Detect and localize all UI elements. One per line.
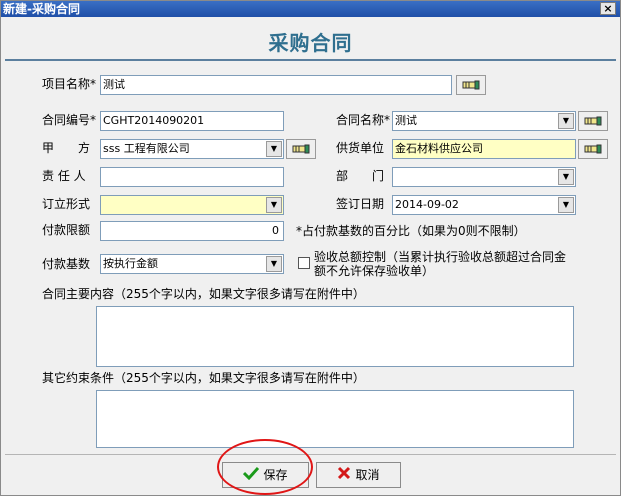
acceptance-control-checkbox[interactable] [298, 257, 310, 269]
new-purchase-contract-window: 新建-采购合同 × 采购合同 项目名称* 测试 合同编号* CGHT201409… [0, 0, 621, 496]
window-title: 新建-采购合同 [3, 2, 80, 16]
chevron-down-icon[interactable]: ▼ [266, 256, 282, 272]
chevron-down-icon[interactable]: ▼ [558, 169, 574, 185]
main-content-label: 合同主要内容（255个字以内，如果文字很多请写在附件中） [42, 287, 365, 301]
hand-pointer-icon [584, 144, 602, 154]
payment-limit-field[interactable]: 0 [100, 221, 284, 241]
payment-limit-label: 付款限额 [42, 223, 91, 237]
main-content-textarea[interactable] [96, 306, 574, 367]
person-label: 责 任 人 [42, 169, 86, 183]
form-title: 采购合同 [268, 31, 353, 55]
person-field[interactable] [100, 167, 284, 187]
party-a-select[interactable]: sss 工程有限公司 ▼ [100, 139, 284, 159]
contract-name-select[interactable]: 测试 ▼ [392, 111, 576, 131]
payment-base-value: 按执行金额 [103, 257, 158, 270]
other-terms-textarea[interactable] [96, 390, 574, 448]
annotation-circle [217, 439, 313, 495]
sign-date-picker[interactable]: 2014-09-02 ▼ [392, 195, 576, 215]
payment-limit-hint: *占付款基数的百分比（如果为0则不限制） [296, 224, 526, 238]
supplier-field[interactable]: 金石材料供应公司 [392, 139, 576, 159]
payment-base-select[interactable]: 按执行金额 ▼ [100, 254, 284, 274]
chevron-down-icon[interactable]: ▼ [266, 141, 282, 157]
cancel-button-label: 取消 [355, 468, 380, 482]
hand-pointer-icon [462, 80, 480, 90]
hand-pointer-icon [292, 144, 310, 154]
chevron-down-icon[interactable]: ▼ [558, 197, 574, 213]
cancel-button[interactable]: 取消 [316, 462, 401, 488]
chevron-down-icon[interactable]: ▼ [266, 197, 282, 213]
supplier-label: 供货单位 [336, 141, 385, 155]
cross-icon [337, 464, 351, 488]
department-label: 部 门 [336, 169, 385, 183]
footer-divider [5, 454, 616, 455]
department-select[interactable]: ▼ [392, 167, 576, 187]
acceptance-control-label: 验收总额控制（当累计执行验收总额超过合同金额不允许保存验收单） [314, 250, 567, 278]
party-a-pick-button[interactable] [286, 139, 316, 159]
contract-name-label: 合同名称* [336, 113, 391, 127]
close-button[interactable]: × [600, 2, 616, 15]
party-a-label: 甲 方 [42, 141, 91, 155]
contract-no-field[interactable]: CGHT2014090201 [100, 111, 284, 131]
project-pick-button[interactable] [456, 75, 486, 95]
chevron-down-icon[interactable]: ▼ [558, 113, 574, 129]
other-terms-label: 其它约束条件（255个字以内，如果文字很多请写在附件中） [42, 371, 365, 385]
contract-name-pick-button[interactable] [578, 111, 608, 131]
party-a-value: sss 工程有限公司 [103, 142, 190, 155]
window-titlebar: 新建-采购合同 × [1, 1, 620, 17]
form-type-select[interactable]: ▼ [100, 195, 284, 215]
contract-no-label: 合同编号* [42, 113, 97, 127]
payment-base-label: 付款基数 [42, 257, 91, 271]
form-type-label: 订立形式 [42, 197, 91, 211]
project-name-field[interactable]: 测试 [100, 75, 452, 95]
hand-pointer-icon [584, 116, 602, 126]
contract-name-value: 测试 [395, 114, 417, 127]
project-name-label: 项目名称* [42, 77, 97, 91]
sign-date-value: 2014-09-02 [395, 198, 459, 211]
title-divider [5, 59, 616, 61]
sign-date-label: 签订日期 [336, 197, 385, 211]
supplier-pick-button[interactable] [578, 139, 608, 159]
